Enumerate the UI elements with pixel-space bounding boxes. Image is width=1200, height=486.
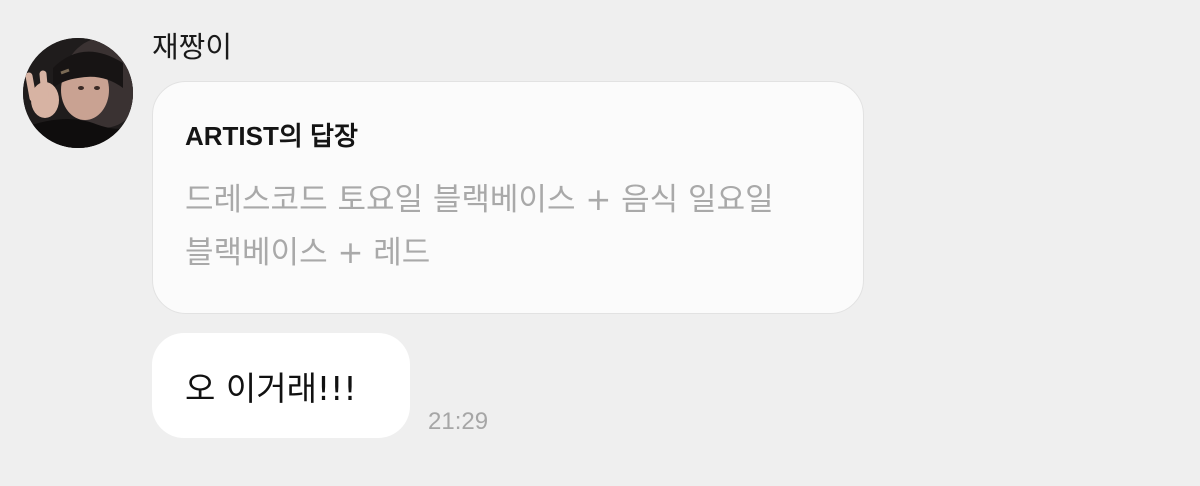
reply-body: 드레스코드 토요일 블랙베이스 + 음식 일요일 블랙베이스 + 레드 — [185, 174, 825, 280]
artist-reply-card[interactable]: ARTIST의 답장 드레스코드 토요일 블랙베이스 + 음식 일요일 블랙베이… — [152, 81, 864, 314]
avatar[interactable] — [23, 38, 133, 148]
message-text: 오 이거래!!! — [185, 368, 357, 408]
reply-line-2: 블랙베이스 + 레드 — [185, 235, 431, 271]
reply-line-1: 드레스코드 토요일 블랙베이스 + 음식 일요일 — [185, 182, 774, 218]
message-bubble[interactable]: 오 이거래!!! — [152, 333, 410, 438]
user-avatar-photo-icon — [23, 38, 133, 148]
reply-header: ARTIST의 답장 — [185, 121, 358, 151]
message-timestamp: 21:29 — [428, 408, 489, 435]
sender-name: 재짱이 — [152, 30, 233, 64]
